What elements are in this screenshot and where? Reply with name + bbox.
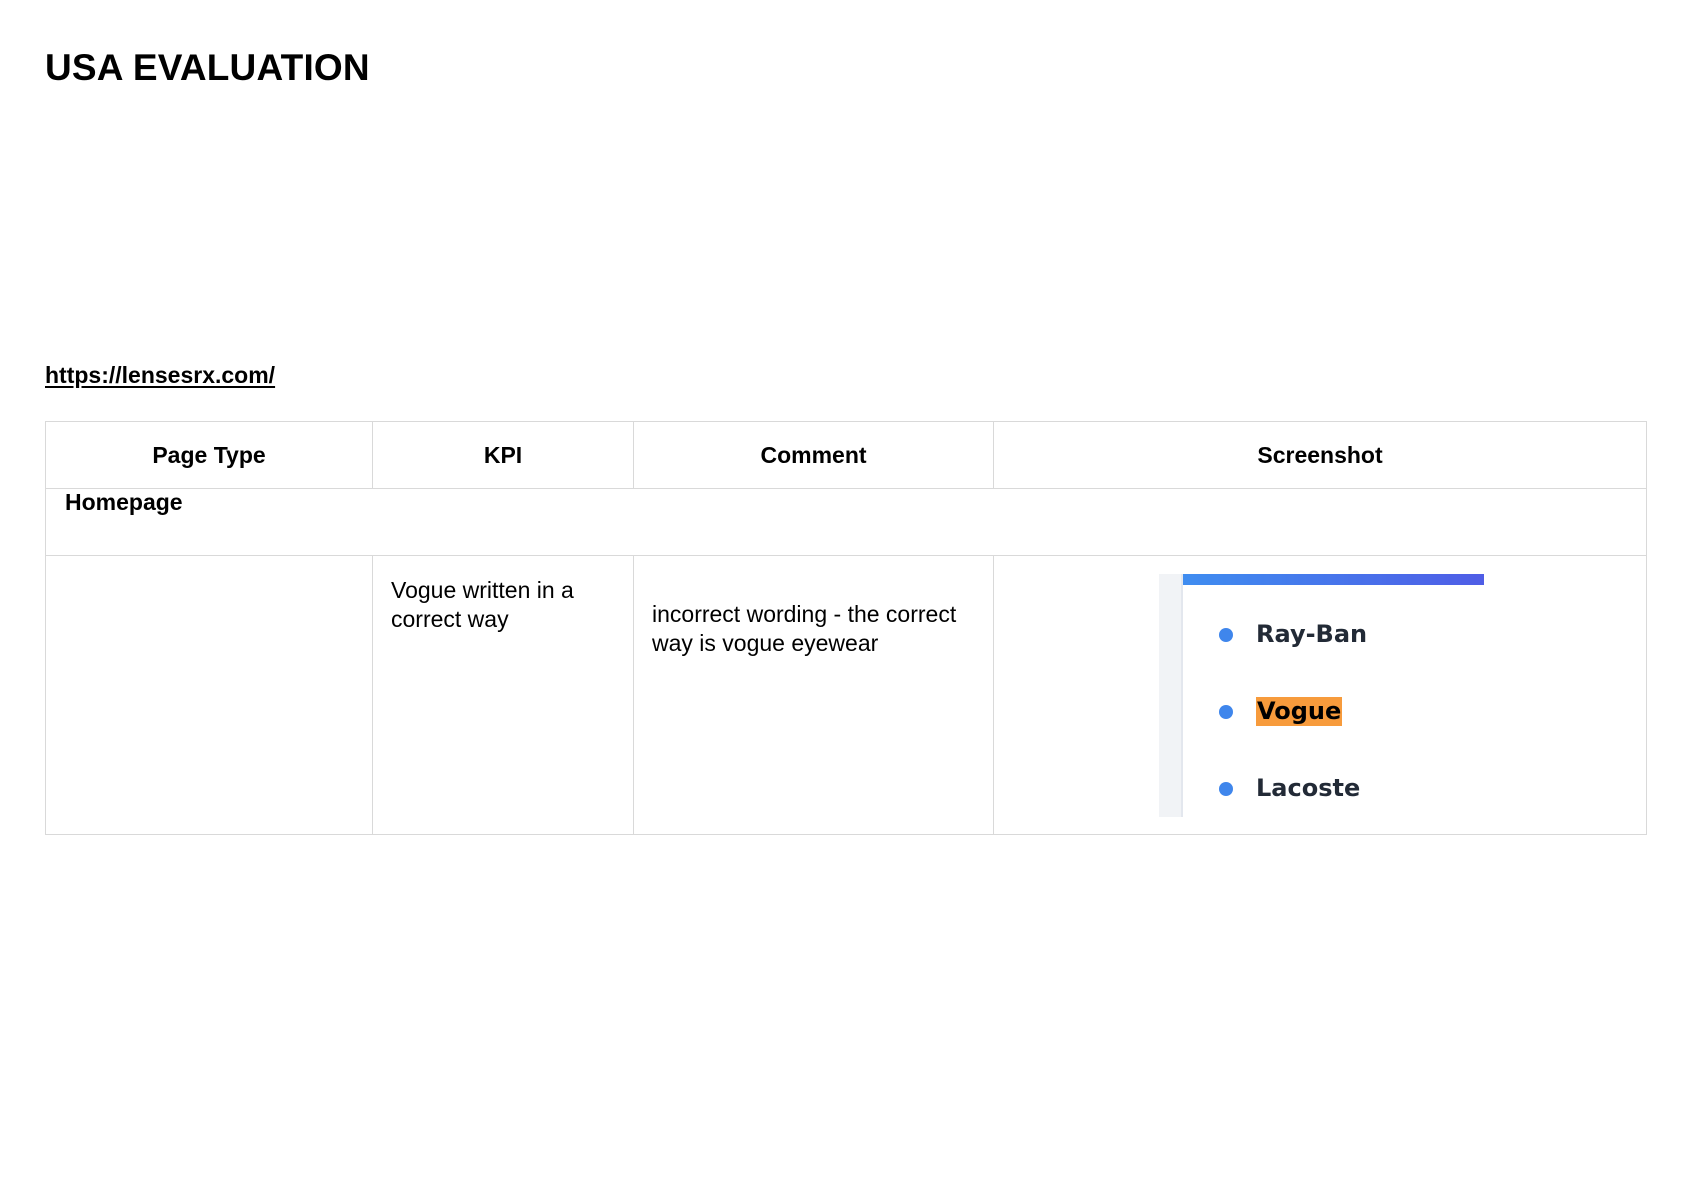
section-label: Homepage <box>45 488 1647 556</box>
header-comment: Comment <box>633 421 994 489</box>
kpi-cell: Vogue written in a correct way <box>372 555 634 835</box>
brand-name: Lacoste <box>1256 774 1361 802</box>
brand-item-ray-ban: Ray-Ban <box>1219 620 1367 649</box>
brand-list-screenshot: Ray-Ban Vogue Lacoste <box>1159 574 1484 817</box>
screenshot-cell: Ray-Ban Vogue Lacoste <box>993 555 1647 835</box>
header-kpi: KPI <box>372 421 634 489</box>
brand-name-highlighted: Vogue <box>1256 697 1343 726</box>
table-row: Vogue written in a correct way incorrect… <box>45 555 1647 835</box>
bullet-icon <box>1219 627 1233 642</box>
evaluation-table: Page Type KPI Comment Screenshot Homepag… <box>45 421 1647 835</box>
bullet-icon <box>1219 704 1233 719</box>
bullet-icon <box>1219 781 1233 796</box>
brand-item-lacoste: Lacoste <box>1219 774 1360 803</box>
brand-name: Ray-Ban <box>1256 620 1368 648</box>
section-row: Homepage <box>45 488 1647 556</box>
comment-cell: incorrect wording - the correct way is v… <box>633 555 994 835</box>
table-header-row: Page Type KPI Comment Screenshot <box>45 421 1647 489</box>
screenshot-top-bar <box>1183 574 1484 585</box>
screenshot-sidebar-divider <box>1181 574 1183 817</box>
header-page-type: Page Type <box>45 421 373 489</box>
screenshot-sidebar <box>1159 574 1181 817</box>
page-type-cell <box>45 555 373 835</box>
site-url-link[interactable]: https://lensesrx.com/ <box>45 362 275 389</box>
brand-item-vogue: Vogue <box>1219 697 1343 726</box>
header-screenshot: Screenshot <box>993 421 1647 489</box>
page-title: USA EVALUATION <box>45 47 370 88</box>
